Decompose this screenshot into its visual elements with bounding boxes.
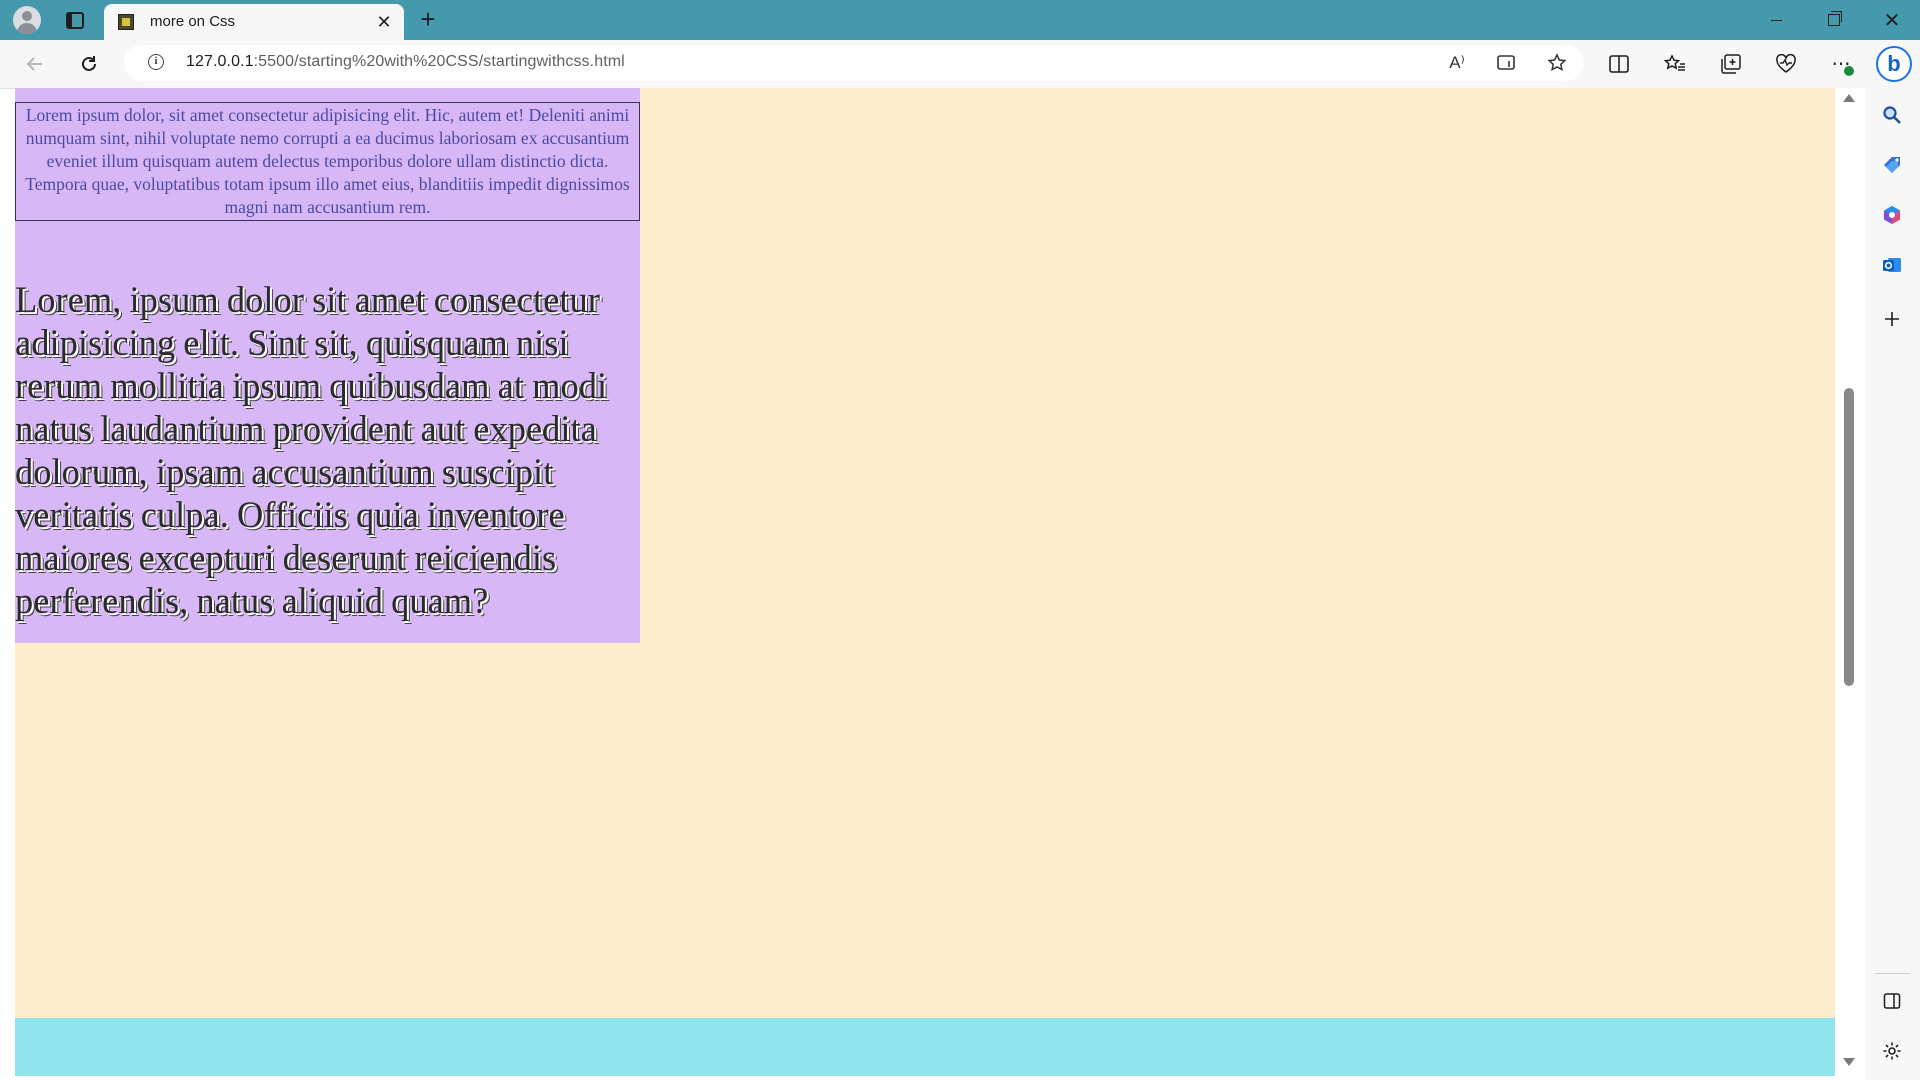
site-info-icon[interactable]: i — [148, 54, 164, 70]
search-icon[interactable] — [1879, 102, 1905, 128]
new-tab-button[interactable]: + — [414, 6, 442, 34]
office-icon[interactable] — [1879, 202, 1905, 228]
add-icon[interactable] — [1879, 306, 1905, 332]
address-bar[interactable]: i 127.0.0.1:5500/starting%20with%20CSS/s… — [124, 45, 1584, 81]
edge-sidebar — [1865, 88, 1920, 1080]
settings-icon[interactable] — [1879, 1038, 1905, 1064]
footer-band — [15, 1018, 1835, 1076]
vertical-scrollbar[interactable] — [1835, 88, 1865, 1076]
url-text[interactable]: 127.0.0.1:5500/starting%20with%20CSS/sta… — [186, 53, 625, 71]
split-screen-icon[interactable] — [1604, 50, 1634, 78]
shopping-tag-icon[interactable] — [1879, 152, 1905, 178]
tab-title: more on Css — [150, 13, 236, 30]
small-paragraph: Lorem ipsum dolor, sit amet consectetur … — [15, 102, 640, 221]
large-paragraph: Lorem, ipsum dolor sit amet consectetur … — [15, 279, 608, 621]
refresh-icon[interactable] — [74, 50, 104, 78]
read-aloud-icon[interactable]: A⁾ — [1444, 51, 1470, 75]
heart-pulse-icon[interactable] — [1771, 50, 1801, 78]
notification-badge — [1844, 66, 1854, 76]
page-favicon-icon — [118, 14, 134, 30]
minimize-button[interactable] — [1748, 0, 1804, 40]
favorites-icon[interactable] — [1660, 50, 1690, 78]
bing-icon[interactable]: b — [1876, 46, 1912, 82]
url-host: 127.0.0.1 — [186, 53, 254, 70]
star-icon[interactable] — [1544, 51, 1570, 75]
profile-icon[interactable] — [13, 6, 41, 34]
outlook-icon[interactable] — [1879, 252, 1905, 278]
url-path: :5500/starting%20with%20CSS/startingwith… — [253, 53, 625, 70]
navigation-bar: i 127.0.0.1:5500/starting%20with%20CSS/s… — [0, 40, 1920, 89]
restore-button[interactable] — [1806, 0, 1862, 40]
hide-sidebar-icon[interactable] — [1879, 988, 1905, 1014]
active-tab[interactable]: more on Css ✕ — [104, 4, 404, 40]
tab-actions-icon[interactable] — [61, 6, 89, 34]
scroll-up-arrow-icon[interactable] — [1843, 94, 1855, 102]
sidebar-divider — [1875, 973, 1910, 974]
scroll-down-arrow-icon[interactable] — [1843, 1058, 1855, 1066]
scrollbar-thumb[interactable] — [1844, 388, 1854, 686]
page-viewport: Lorem ipsum dolor, sit amet consectetur … — [15, 88, 1835, 1076]
back-arrow-icon[interactable] — [20, 50, 50, 78]
close-window-button[interactable]: ✕ — [1864, 0, 1920, 40]
title-bar: more on Css ✕ + ✕ — [0, 0, 1920, 40]
collections-icon[interactable] — [1716, 50, 1746, 78]
content-column: Lorem ipsum dolor, sit amet consectetur … — [15, 88, 640, 643]
immersive-reader-icon[interactable] — [1494, 51, 1520, 75]
close-tab-icon[interactable]: ✕ — [372, 10, 396, 34]
